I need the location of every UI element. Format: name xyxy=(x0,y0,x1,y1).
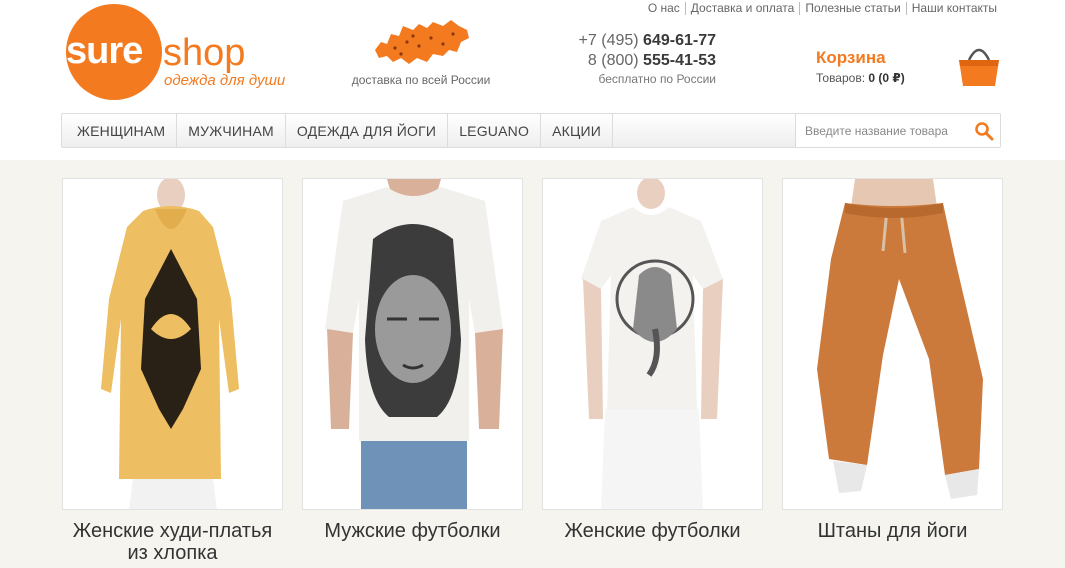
phone-block: +7 (495) 649-61-77 8 (800) 555-41-53 бес… xyxy=(560,31,716,86)
top-links: О нас Доставка и оплата Полезные статьи … xyxy=(643,2,997,15)
nav-yoga-clothes[interactable]: ОДЕЖДА ДЛЯ ЙОГИ xyxy=(286,114,449,147)
top-link-about[interactable]: О нас xyxy=(643,2,685,15)
top-link-delivery[interactable]: Доставка и оплата xyxy=(684,2,800,15)
search-input[interactable] xyxy=(796,115,964,146)
phone-prefix: 8 (800) xyxy=(587,52,639,69)
product-title-line[interactable]: Женские худи-платья xyxy=(73,520,272,542)
product-title-women-tshirt[interactable]: Женские футболки xyxy=(532,520,773,542)
phone-note: бесплатно по России xyxy=(598,72,716,86)
logo-word-shop[interactable]: shop xyxy=(163,32,245,75)
logo-tagline: одежда для души xyxy=(164,72,286,89)
phone-free: 8 (800) 555-41-53 xyxy=(560,51,716,71)
cart-items-label: Товаров: xyxy=(816,71,866,85)
product-title-yoga-pants[interactable]: Штаны для йоги xyxy=(772,520,1013,542)
phone-number: 649-61-77 xyxy=(643,32,716,49)
delivery-caption: доставка по всей России xyxy=(351,73,491,87)
nav-sales[interactable]: АКЦИИ xyxy=(541,114,614,147)
product-title-hoodie-dress[interactable]: Женские худи-платья из хлопка xyxy=(52,520,293,564)
product-image-men-tshirt[interactable] xyxy=(302,178,523,510)
cart-title-link[interactable]: Корзина xyxy=(816,48,886,68)
product-image-hoodie-dress[interactable] xyxy=(62,178,283,510)
cart-summary: Товаров: 0 (0 ₽) xyxy=(816,71,905,85)
phone-prefix: +7 (495) xyxy=(578,32,639,49)
search-icon[interactable] xyxy=(974,121,994,141)
phone-number: 555-41-53 xyxy=(643,52,716,69)
basket-icon[interactable] xyxy=(957,40,1001,88)
nav-leguano[interactable]: LEGUANO xyxy=(448,114,542,147)
nav-women[interactable]: ЖЕНЩИНАМ xyxy=(62,114,178,147)
product-title-line[interactable]: из хлопка xyxy=(127,542,217,564)
main-nav: ЖЕНЩИНАМ МУЖЧИНАМ ОДЕЖДА ДЛЯ ЙОГИ LEGUAN… xyxy=(61,113,1001,148)
phone-moscow: +7 (495) 649-61-77 xyxy=(560,31,716,51)
russia-map-icon xyxy=(375,20,469,64)
top-link-contacts[interactable]: Наши контакты xyxy=(905,2,997,15)
product-title-men-tshirt[interactable]: Мужские футболки xyxy=(292,520,533,542)
logo-word-sure[interactable]: sure xyxy=(66,30,143,73)
nav-men[interactable]: МУЖЧИНАМ xyxy=(177,114,286,147)
cart-items-count: 0 (0 ₽) xyxy=(868,71,905,85)
product-image-yoga-pants[interactable] xyxy=(782,178,1003,510)
product-image-women-tshirt[interactable] xyxy=(542,178,763,510)
search-box xyxy=(795,114,1000,147)
top-link-articles[interactable]: Полезные статьи xyxy=(799,2,905,15)
